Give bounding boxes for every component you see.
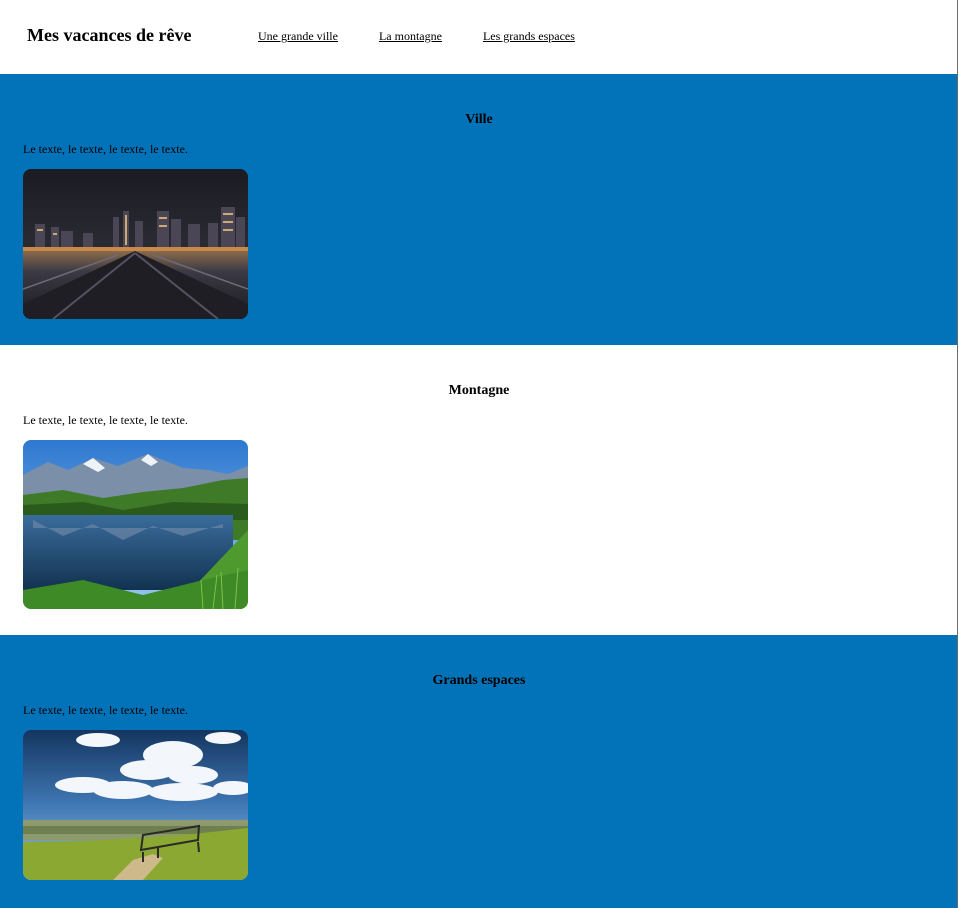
section-text: Le texte, le texte, le texte, le texte. — [23, 703, 188, 717]
main-nav: Une grande ville La montagne Les grands … — [258, 29, 575, 43]
mountain-lake-reflection-photo — [23, 440, 248, 609]
section-title: Montagne — [448, 383, 510, 398]
nav-link-ville[interactable]: Une grande ville — [258, 29, 338, 43]
site-title: Mes vacances de rêve — [27, 25, 192, 45]
page: Mes vacances de rêve Une grande ville La… — [0, 0, 958, 908]
section-ville: Ville Le texte, le texte, le texte, le t… — [0, 74, 957, 345]
city-night-skyline-photo — [23, 169, 248, 319]
site-header: Mes vacances de rêve Une grande ville La… — [0, 0, 957, 74]
nav-link-montagne[interactable]: La montagne — [379, 29, 442, 43]
section-text: Le texte, le texte, le texte, le texte. — [23, 142, 188, 156]
section-grands-espaces: Grands espaces Le texte, le texte, le te… — [0, 635, 957, 908]
nav-link-espaces[interactable]: Les grands espaces — [483, 29, 575, 43]
section-title: Ville — [465, 112, 493, 127]
section-montagne: Montagne Le texte, le texte, le texte, l… — [0, 345, 957, 635]
hill-bench-sky-photo — [23, 730, 248, 880]
section-title: Grands espaces — [432, 673, 526, 688]
section-text: Le texte, le texte, le texte, le texte. — [23, 413, 188, 427]
